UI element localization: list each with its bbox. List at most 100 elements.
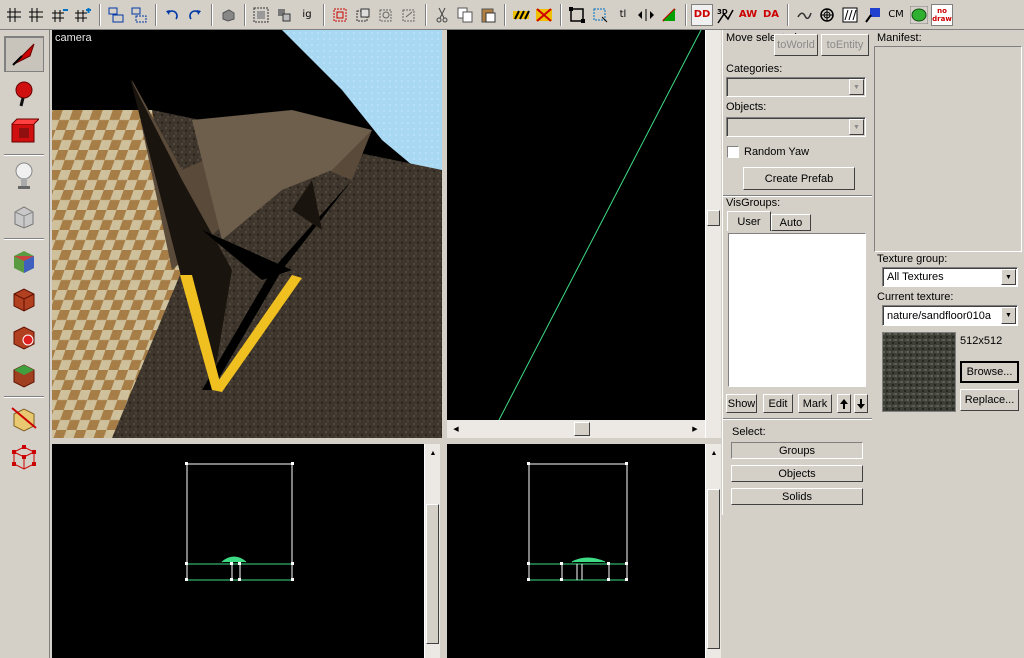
select-box-icon[interactable] <box>566 4 588 26</box>
cm-icon[interactable]: CM <box>885 4 907 26</box>
cut-icon[interactable] <box>431 4 453 26</box>
redo-icon[interactable] <box>184 4 206 26</box>
brush-outline <box>185 462 294 581</box>
top-2d-viewport[interactable] <box>447 30 705 420</box>
ungroup-icon[interactable] <box>128 4 150 26</box>
categories-label: Categories: <box>726 63 783 75</box>
smaller-grid-icon[interactable] <box>49 4 71 26</box>
tab-auto[interactable]: Auto <box>771 214 811 231</box>
output-icon[interactable]: DA <box>760 4 782 26</box>
texture-group-dropdown[interactable]: All Textures ▼ <box>882 267 1018 287</box>
texture-panel: Manifest: Texture group: All Textures ▼ C… <box>872 30 1024 658</box>
copy-icon[interactable] <box>454 4 476 26</box>
transform-icon[interactable]: tl <box>612 4 634 26</box>
undo-icon[interactable] <box>161 4 183 26</box>
tool-palette <box>0 30 50 658</box>
create-prefab-button[interactable]: Create Prefab <box>743 167 855 190</box>
object-properties-panel: Move selected: toWorld toEntity Categori… <box>722 30 873 515</box>
diagonal-brush-edge <box>498 30 702 420</box>
random-yaw-label: Random Yaw <box>744 146 810 158</box>
hide-unselected-icon[interactable] <box>273 4 295 26</box>
select-label: Select: <box>732 426 766 438</box>
overlay-icon[interactable]: AW <box>737 4 759 26</box>
vertical-scrollbar[interactable]: ▲ <box>424 444 440 658</box>
random-yaw-checkbox[interactable] <box>727 146 739 158</box>
magnify-tool-icon[interactable] <box>4 75 44 111</box>
texture-preview <box>882 332 956 412</box>
categories-dropdown[interactable]: ▼ <box>726 77 866 97</box>
browse-button[interactable]: Browse... <box>960 361 1019 383</box>
paint-icon[interactable] <box>862 4 884 26</box>
texture-scale-icon[interactable] <box>375 4 397 26</box>
leaf-icon[interactable] <box>908 4 930 26</box>
texture-size-label: 512x512 <box>960 335 1003 347</box>
texture-group-value: All Textures <box>887 271 944 283</box>
move-up-icon[interactable] <box>837 394 851 413</box>
select-area-icon[interactable] <box>589 4 611 26</box>
texture-group-label: Texture group: <box>877 253 948 265</box>
entity-report-icon[interactable] <box>816 4 838 26</box>
horizontal-scrollbar[interactable]: ◀ ▶ <box>447 420 705 438</box>
texture-lock-icon[interactable] <box>352 4 374 26</box>
side-2d-viewport[interactable] <box>447 444 705 658</box>
flip-icon[interactable] <box>635 4 657 26</box>
current-texture-label: Current texture: <box>877 291 954 303</box>
to-world-button[interactable]: toWorld <box>774 34 818 56</box>
tab-user[interactable]: User <box>727 211 771 231</box>
grid-toggle-icon[interactable] <box>3 4 25 26</box>
sound-icon[interactable] <box>793 4 815 26</box>
viewport-label: camera <box>55 32 92 44</box>
select-solids-button[interactable]: Solids <box>731 488 863 505</box>
hammer-editor-window: ig tl DD 3D AW DA CM no draw camera ◀ ▶ … <box>0 0 1024 658</box>
move-down-icon[interactable] <box>854 394 868 413</box>
run-map-icon[interactable]: DD <box>691 3 713 26</box>
select-objects-button[interactable]: Objects <box>731 465 863 482</box>
3d-grid-icon[interactable] <box>26 4 48 26</box>
solid-toggle-icon[interactable] <box>658 4 680 26</box>
displacement-icon[interactable]: 3D <box>714 4 736 26</box>
nodraw-icon[interactable]: no draw <box>931 3 953 26</box>
vertex-tool-icon[interactable] <box>4 438 44 474</box>
paste-icon[interactable] <box>477 4 499 26</box>
overlay-tool-icon[interactable] <box>4 356 44 392</box>
manifest-list[interactable] <box>874 46 1022 252</box>
clipping-tool-icon[interactable] <box>4 400 44 436</box>
select-groups-button[interactable]: Groups <box>731 442 863 459</box>
objects-label: Objects: <box>726 101 767 113</box>
block-tool-icon[interactable] <box>4 198 44 234</box>
vertical-scrollbar[interactable]: ▲ <box>705 444 721 658</box>
front-2d-viewport[interactable] <box>52 444 424 658</box>
selection-tool-icon[interactable] <box>4 36 44 72</box>
vertical-scrollbar[interactable] <box>705 30 721 438</box>
group-icon[interactable] <box>105 4 127 26</box>
decal-tool-icon[interactable] <box>4 318 44 354</box>
current-texture-value: nature/sandfloor010a <box>887 309 991 322</box>
hide-selected-icon[interactable] <box>250 4 272 26</box>
replace-button[interactable]: Replace... <box>960 389 1019 411</box>
to-entity-button[interactable]: toEntity <box>821 34 869 56</box>
camera-tool-icon[interactable] <box>4 114 44 150</box>
toggle-cordon-icon[interactable] <box>533 4 555 26</box>
edit-button[interactable]: Edit <box>763 394 793 413</box>
objects-dropdown[interactable]: ▼ <box>726 117 866 137</box>
chevron-down-icon: ▼ <box>1001 269 1016 285</box>
manifest-label: Manifest: <box>877 32 922 44</box>
selection-only-icon[interactable] <box>329 4 351 26</box>
apply-texture-tool-icon[interactable] <box>4 280 44 316</box>
carve-icon[interactable] <box>217 4 239 26</box>
entity-tool-icon[interactable] <box>4 158 44 194</box>
visgroups-list[interactable] <box>728 233 866 387</box>
show-button[interactable]: Show <box>726 394 757 413</box>
larger-grid-icon[interactable] <box>72 4 94 26</box>
check-problems-icon[interactable] <box>839 4 861 26</box>
snap-icon[interactable] <box>398 4 420 26</box>
texture-tool-icon[interactable] <box>4 242 44 278</box>
chevron-down-icon: ▼ <box>849 119 864 135</box>
toggle-decals-icon[interactable] <box>510 4 532 26</box>
camera-viewport[interactable]: camera <box>52 30 442 438</box>
chevron-down-icon: ▼ <box>849 79 864 95</box>
ignore-groups-icon[interactable]: ig <box>296 4 318 26</box>
mark-button[interactable]: Mark <box>798 394 832 413</box>
current-texture-dropdown[interactable]: nature/sandfloor010a ▼ <box>882 305 1018 326</box>
main-toolbar: ig tl DD 3D AW DA CM no draw <box>0 0 1024 30</box>
